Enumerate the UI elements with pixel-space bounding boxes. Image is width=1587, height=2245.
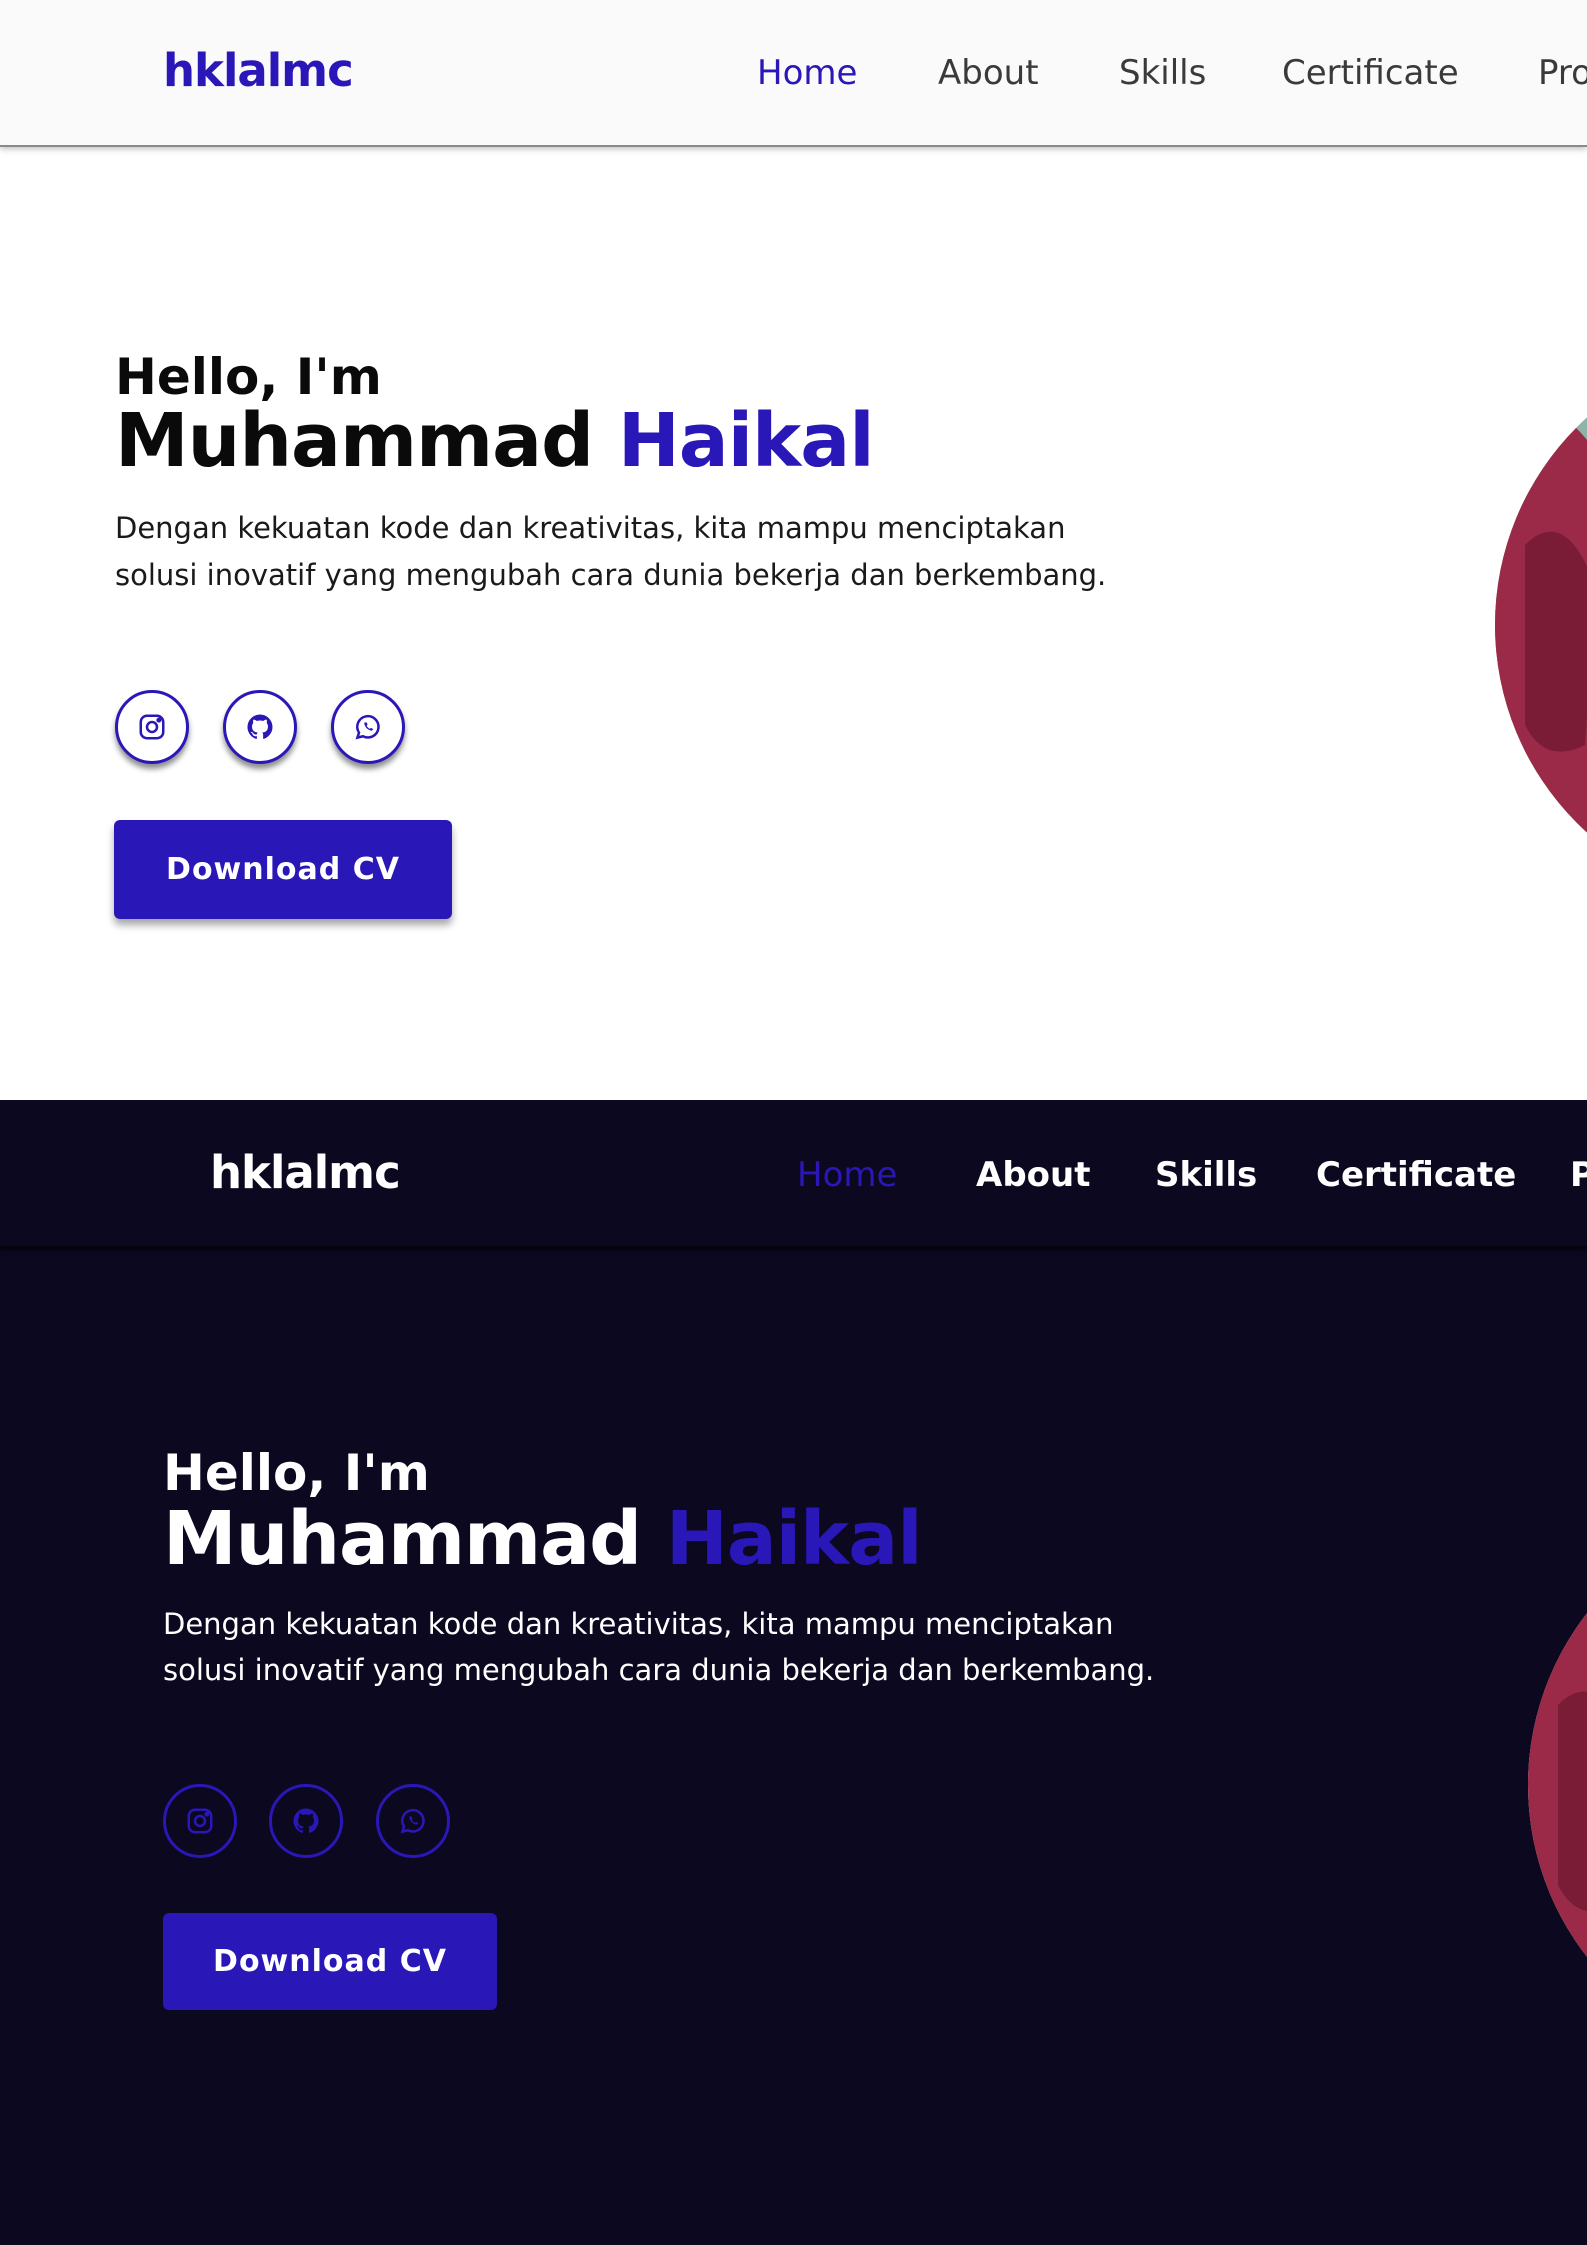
- instagram-icon: [187, 1808, 213, 1834]
- profile-photo: [1495, 345, 1587, 905]
- hero-name: Muhammad Haikal: [115, 398, 875, 484]
- nav-home[interactable]: Home: [757, 53, 857, 93]
- navbar: hklalmc Home About Skills Certificate Pr…: [0, 0, 1587, 147]
- nav-about[interactable]: About: [938, 53, 1039, 93]
- whatsapp-link-dark[interactable]: [376, 1784, 450, 1858]
- hero-description-dark: Dengan kekuatan kode dan kreativitas, ki…: [163, 1607, 1155, 1687]
- light-theme-section: hklalmc Home About Skills Certificate Pr…: [0, 0, 1587, 1100]
- nav-projects-dark[interactable]: P: [1570, 1155, 1587, 1195]
- profile-photo-dark: [1528, 1505, 1587, 2065]
- logo[interactable]: hklalmc: [163, 44, 354, 97]
- whatsapp-icon: [355, 715, 380, 740]
- nav-certificate[interactable]: Certificate: [1282, 53, 1459, 93]
- nav-skills-dark[interactable]: Skills: [1155, 1155, 1257, 1195]
- instagram-link-dark[interactable]: [163, 1784, 237, 1858]
- dark-theme-section: hklalmc Home About Skills Certificate P …: [0, 1100, 1587, 2245]
- hero-name-dark: Muhammad Haikal: [163, 1496, 923, 1582]
- navbar-dark: hklalmc Home About Skills Certificate P: [0, 1100, 1587, 1248]
- hero-last-name-dark: Haikal: [665, 1496, 923, 1582]
- download-cv-button[interactable]: Download CV: [114, 820, 452, 919]
- nav-certificate-dark[interactable]: Certificate: [1316, 1155, 1516, 1195]
- github-icon: [247, 714, 273, 739]
- hero-first-name: Muhammad: [115, 398, 594, 484]
- download-cv-button-dark[interactable]: Download CV: [163, 1913, 497, 2010]
- nav-about-dark[interactable]: About: [976, 1155, 1090, 1195]
- github-link[interactable]: [223, 690, 297, 764]
- logo-dark[interactable]: hklalmc: [210, 1146, 401, 1199]
- hero-first-name-dark: Muhammad: [163, 1496, 642, 1582]
- hero-greeting-dark: Hello, I'm: [163, 1444, 430, 1502]
- nav-projects[interactable]: Pro: [1538, 53, 1587, 93]
- nav-skills[interactable]: Skills: [1119, 53, 1206, 93]
- instagram-link[interactable]: [115, 690, 189, 764]
- instagram-icon: [139, 714, 165, 740]
- github-icon: [293, 1808, 319, 1833]
- whatsapp-icon: [400, 1809, 425, 1834]
- hero-description: Dengan kekuatan kode dan kreativitas, ki…: [115, 511, 1107, 592]
- whatsapp-link[interactable]: [331, 690, 405, 764]
- hero-last-name: Haikal: [617, 398, 875, 484]
- github-link-dark[interactable]: [269, 1784, 343, 1858]
- nav-home-dark[interactable]: Home: [797, 1155, 897, 1195]
